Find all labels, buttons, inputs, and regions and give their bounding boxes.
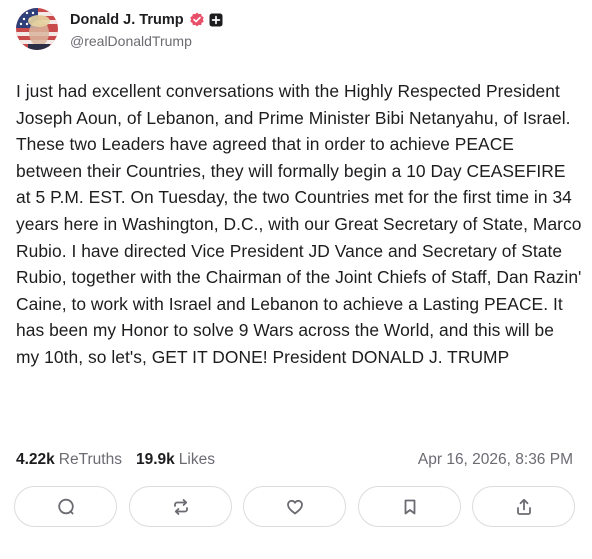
share-button[interactable] xyxy=(472,486,575,527)
retruths-label[interactable]: ReTruths xyxy=(59,451,122,469)
post-body-text: I just had excellent conversations with … xyxy=(16,81,582,367)
post-timestamp[interactable]: Apr 16, 2026, 8:36 PM xyxy=(418,449,573,471)
avatar[interactable] xyxy=(16,8,58,50)
post-header: Donald J. Trump @realDonaldTrump xyxy=(16,6,223,52)
like-button[interactable] xyxy=(243,486,346,527)
author-identity: Donald J. Trump @realDonaldTrump xyxy=(70,10,223,49)
bookmark-button[interactable] xyxy=(358,486,461,527)
retruth-button[interactable] xyxy=(129,486,232,527)
post-stats: 4.22k ReTruths 19.9k Likes xyxy=(16,449,215,471)
likes-label[interactable]: Likes xyxy=(179,451,215,469)
author-display-name[interactable]: Donald J. Trump xyxy=(70,12,184,28)
author-handle[interactable]: @realDonaldTrump xyxy=(70,33,223,49)
avatar-image xyxy=(16,8,58,50)
plus-badge-icon xyxy=(209,13,223,27)
retruths-count[interactable]: 4.22k xyxy=(16,451,55,469)
like-icon xyxy=(285,497,305,517)
reply-button[interactable] xyxy=(14,486,117,527)
bookmark-icon xyxy=(400,497,420,517)
action-bar xyxy=(14,486,576,529)
truth-post: Donald J. Trump @realDonaldTrump I just … xyxy=(0,0,592,559)
retruth-icon xyxy=(171,497,191,517)
reply-icon xyxy=(56,497,76,517)
likes-count[interactable]: 19.9k xyxy=(136,451,175,469)
share-icon xyxy=(514,497,534,517)
verified-badge-icon xyxy=(189,12,205,28)
name-row: Donald J. Trump xyxy=(70,10,223,30)
